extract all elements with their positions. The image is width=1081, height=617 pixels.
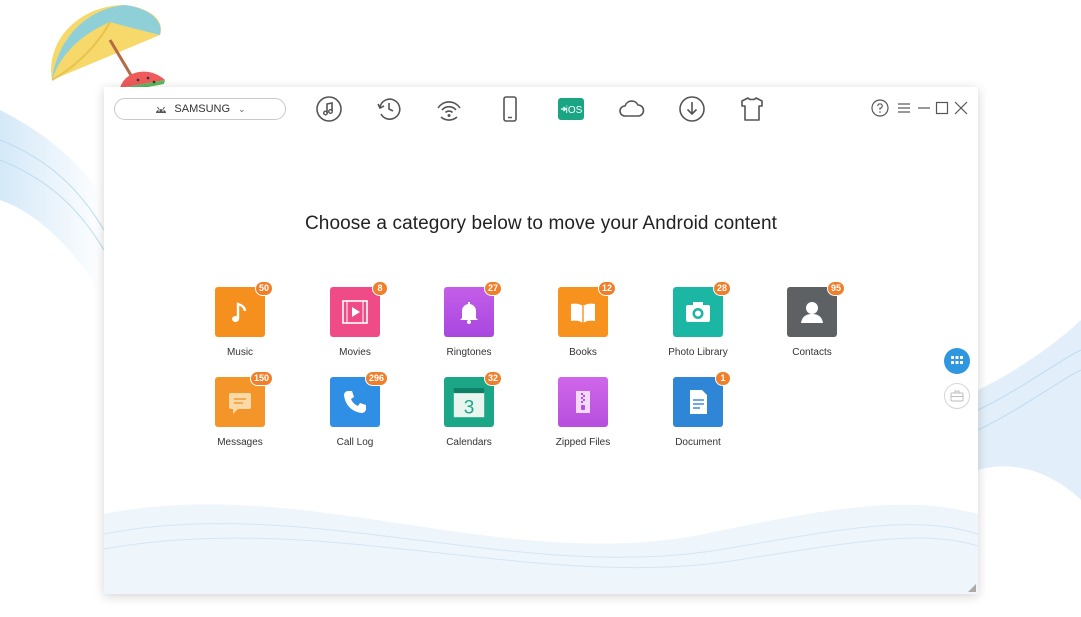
- beach-umbrella-illustration: [51, 5, 165, 92]
- category-tile: 3 32: [444, 371, 502, 427]
- count-badge: 50: [254, 281, 273, 296]
- category-tile: [558, 377, 608, 427]
- grid-view-icon: [951, 356, 963, 364]
- message-icon: [229, 393, 251, 414]
- category-label: Photo Library: [668, 347, 728, 358]
- category-tile: 1: [673, 371, 731, 427]
- camera-icon: [686, 302, 710, 322]
- toolbox-button[interactable]: [944, 383, 970, 409]
- toolbox-icon: [950, 390, 964, 402]
- close-button[interactable]: [952, 99, 970, 117]
- count-badge: 8: [372, 281, 388, 296]
- phone-icon: [503, 96, 517, 122]
- category-tile: 296: [330, 371, 388, 427]
- category-label: Books: [569, 347, 597, 358]
- music-note-icon: [316, 96, 342, 122]
- count-badge: 150: [249, 371, 273, 386]
- category-zipped-files[interactable]: Zipped Files: [533, 377, 633, 461]
- category-messages[interactable]: 150 Messages: [190, 371, 290, 461]
- close-icon: [954, 101, 968, 115]
- category-tile: 8: [330, 281, 388, 337]
- toolbar-music-button[interactable]: [314, 94, 344, 124]
- count-badge: 28: [712, 281, 731, 296]
- help-icon: [871, 99, 889, 117]
- count-badge: 1: [715, 371, 731, 386]
- device-selector[interactable]: SAMSUNG ⌄: [114, 98, 286, 120]
- resize-grip-icon[interactable]: [968, 584, 976, 592]
- category-tile: 150: [215, 371, 273, 427]
- category-contacts[interactable]: 95 Contacts: [762, 281, 862, 371]
- count-badge: 32: [483, 371, 502, 386]
- page-title: Choose a category below to move your And…: [304, 213, 778, 234]
- zip-icon: [576, 391, 590, 413]
- category-tile: 95: [787, 281, 845, 337]
- category-label: Zipped Files: [555, 437, 611, 448]
- book-icon: [571, 303, 595, 323]
- wifi-icon: [437, 101, 461, 121]
- count-badge: 27: [483, 281, 502, 296]
- category-label: Movies: [339, 347, 371, 358]
- toolbar-wifi-button[interactable]: [434, 94, 464, 124]
- toolbar-phone-button[interactable]: [495, 94, 525, 124]
- help-button[interactable]: [871, 99, 889, 117]
- phone-call-icon: [344, 391, 366, 413]
- ios-transfer-icon: iOS: [558, 98, 584, 120]
- cloud-icon: [619, 100, 645, 117]
- category-call-log[interactable]: 296 Call Log: [305, 371, 405, 461]
- category-ringtones[interactable]: 27 Ringtones: [419, 281, 519, 371]
- category-tile: 12: [558, 281, 616, 337]
- category-tile: 28: [673, 281, 731, 337]
- grid-view-button[interactable]: [944, 348, 970, 374]
- android-icon: [156, 106, 167, 113]
- history-icon: [377, 98, 401, 120]
- device-name: SAMSUNG: [174, 103, 231, 115]
- ios-label: iOS: [566, 105, 583, 116]
- category-label: Messages: [217, 437, 263, 448]
- tshirt-icon: [741, 97, 763, 121]
- calendar-day: 3: [464, 397, 475, 418]
- calendar-icon: 3: [453, 388, 485, 418]
- menu-button[interactable]: [895, 99, 913, 117]
- maximize-icon: [935, 101, 949, 115]
- toolbar-download-button[interactable]: [677, 94, 707, 124]
- music-icon: [232, 302, 247, 322]
- window-background-waves: [104, 504, 978, 594]
- bell-icon: [460, 302, 478, 324]
- category-music[interactable]: 50 Music: [190, 281, 290, 371]
- category-photo-library[interactable]: 28 Photo Library: [648, 281, 748, 371]
- minimize-button[interactable]: [915, 99, 933, 117]
- document-icon: [690, 390, 707, 414]
- category-books[interactable]: 12 Books: [533, 281, 633, 371]
- toolbar-cloud-button[interactable]: [616, 94, 646, 124]
- category-tile: 50: [215, 281, 273, 337]
- menu-icon: [898, 103, 910, 113]
- app-window: SAMSUNG ⌄ iOS Choose a category below to…: [104, 87, 978, 594]
- category-label: Music: [226, 347, 254, 358]
- toolbar-ios-transfer-button[interactable]: iOS: [556, 94, 586, 124]
- category-calendars[interactable]: 3 32 Calendars: [419, 371, 519, 461]
- contact-icon: [801, 302, 823, 323]
- category-tile: 27: [444, 281, 502, 337]
- minimize-icon: [918, 107, 930, 109]
- category-label: Ringtones: [446, 347, 492, 358]
- category-movies[interactable]: 8 Movies: [305, 281, 405, 371]
- count-badge: 12: [597, 281, 616, 296]
- movie-icon: [342, 300, 368, 324]
- category-label: Calendars: [446, 437, 492, 448]
- count-badge: 296: [364, 371, 388, 386]
- download-icon: [679, 96, 705, 122]
- toolbar-history-button[interactable]: [374, 94, 404, 124]
- chevron-down-icon: ⌄: [238, 103, 246, 114]
- category-document[interactable]: 1 Document: [648, 371, 748, 461]
- category-label: Call Log: [336, 437, 374, 448]
- category-label: Contacts: [792, 347, 832, 358]
- toolbar-tshirt-button[interactable]: [737, 94, 767, 124]
- category-label: Document: [675, 437, 721, 448]
- count-badge: 95: [826, 281, 845, 296]
- maximize-button[interactable]: [933, 99, 951, 117]
